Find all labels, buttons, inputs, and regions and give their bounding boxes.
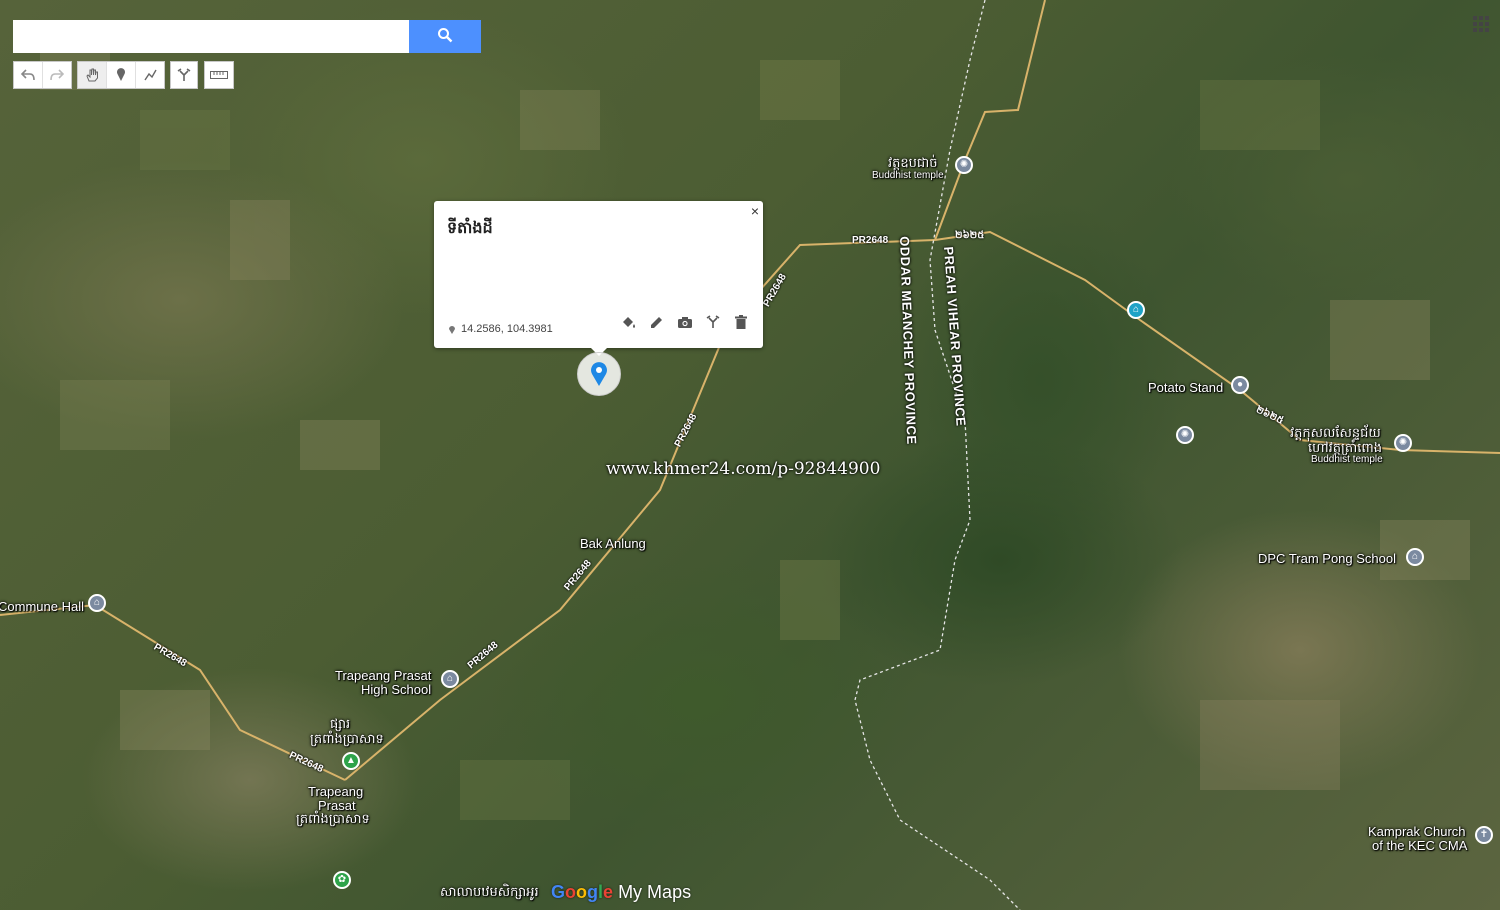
- place-sublabel: Buddhist temple: [1311, 454, 1383, 465]
- school-icon[interactable]: ⌂: [1406, 548, 1424, 566]
- directions-button[interactable]: [171, 62, 197, 88]
- paint-bucket-icon: [623, 317, 635, 328]
- measure-button[interactable]: [205, 62, 233, 88]
- info-popup: ទីតាំងដី × 14.2586, 104.3981: [434, 201, 763, 348]
- undo-button[interactable]: [14, 62, 43, 88]
- place-label: Trapeang: [308, 784, 364, 799]
- undo-redo-group: [13, 61, 72, 89]
- marker-icon: [117, 68, 125, 81]
- place-label: ត្រពាំងប្រាសាទ: [296, 812, 370, 827]
- shop-icon[interactable]: ⌂: [1127, 301, 1145, 319]
- directions-icon: [177, 68, 191, 81]
- place-label: of the KEC CMA: [1372, 838, 1468, 853]
- grid-icon: [1473, 16, 1489, 32]
- place-sublabel: Buddhist temple: [872, 170, 944, 181]
- redo-button[interactable]: [43, 62, 71, 88]
- market-icon[interactable]: ▲: [342, 752, 360, 770]
- delete-button[interactable]: [731, 312, 751, 332]
- edit-button[interactable]: [647, 312, 667, 332]
- search-input[interactable]: [13, 20, 409, 53]
- place-pin-icon[interactable]: ●: [1231, 376, 1249, 394]
- draw-line-button[interactable]: [136, 62, 164, 88]
- pencil-icon: [651, 317, 662, 328]
- place-label: High School: [361, 682, 432, 697]
- directions-icon: [706, 315, 720, 328]
- church-icon[interactable]: ✝: [1475, 826, 1493, 844]
- draw-line-icon: [144, 69, 157, 81]
- trash-icon: [735, 315, 747, 329]
- road-label: ២៦២៥: [955, 230, 985, 241]
- directions-group: [170, 61, 198, 89]
- pin-icon: [449, 325, 455, 334]
- temple-icon[interactable]: ✺: [1394, 434, 1412, 452]
- place-label: DPC Tram Pong School: [1258, 551, 1397, 566]
- camera-icon: [678, 316, 692, 328]
- place-label: ត្រពាំងប្រាសាទ: [310, 732, 384, 747]
- place-label: Potato Stand: [1148, 380, 1224, 395]
- popup-title: ទីតាំងដី: [447, 218, 493, 237]
- add-photo-button[interactable]: [675, 312, 695, 332]
- watermark-text: www.khmer24.com/p-92844900: [606, 459, 881, 479]
- selected-marker[interactable]: [577, 352, 621, 396]
- location-pin-icon: [591, 362, 607, 386]
- government-icon[interactable]: ⌂: [88, 594, 106, 612]
- coordinates-text: 14.2586, 104.3981: [461, 323, 553, 335]
- redo-icon: [50, 69, 64, 81]
- pan-button[interactable]: [78, 62, 107, 88]
- draw-tools-group: [77, 61, 165, 89]
- map-overlay: [0, 0, 1500, 910]
- road-label: PR2648: [852, 235, 889, 246]
- school-icon[interactable]: ⌂: [441, 670, 459, 688]
- popup-coordinates: 14.2586, 104.3981: [448, 323, 553, 335]
- place-label: សាលាបឋមសិក្សាអូរ: [440, 885, 539, 900]
- popup-actions: [619, 312, 751, 332]
- temple-icon[interactable]: ✺: [955, 156, 973, 174]
- close-icon[interactable]: ×: [751, 203, 759, 219]
- place-label: Kamprak Church: [1368, 824, 1466, 839]
- add-marker-button[interactable]: [107, 62, 136, 88]
- measure-group: [204, 61, 234, 89]
- undo-icon: [21, 69, 35, 81]
- style-button[interactable]: [619, 312, 639, 332]
- place-label: Trapeang Prasat: [335, 668, 432, 683]
- place-label: Commune Hall: [0, 599, 84, 614]
- hand-icon: [86, 68, 98, 82]
- temple-icon[interactable]: ✺: [1176, 426, 1194, 444]
- google-my-maps-logo: Google My Maps: [551, 882, 692, 902]
- satellite-map[interactable]: PR2648 ២៦២៥ PR2648 PR2648 PR2648 PR2648 …: [0, 0, 1500, 910]
- ruler-icon: [210, 71, 228, 79]
- search-button[interactable]: [409, 20, 481, 53]
- park-icon[interactable]: ✿: [333, 871, 351, 889]
- place-label: Bak Anlung: [580, 536, 646, 551]
- apps-grid-button[interactable]: [1472, 15, 1490, 33]
- search-icon: [438, 28, 453, 43]
- directions-to-button[interactable]: [703, 312, 723, 332]
